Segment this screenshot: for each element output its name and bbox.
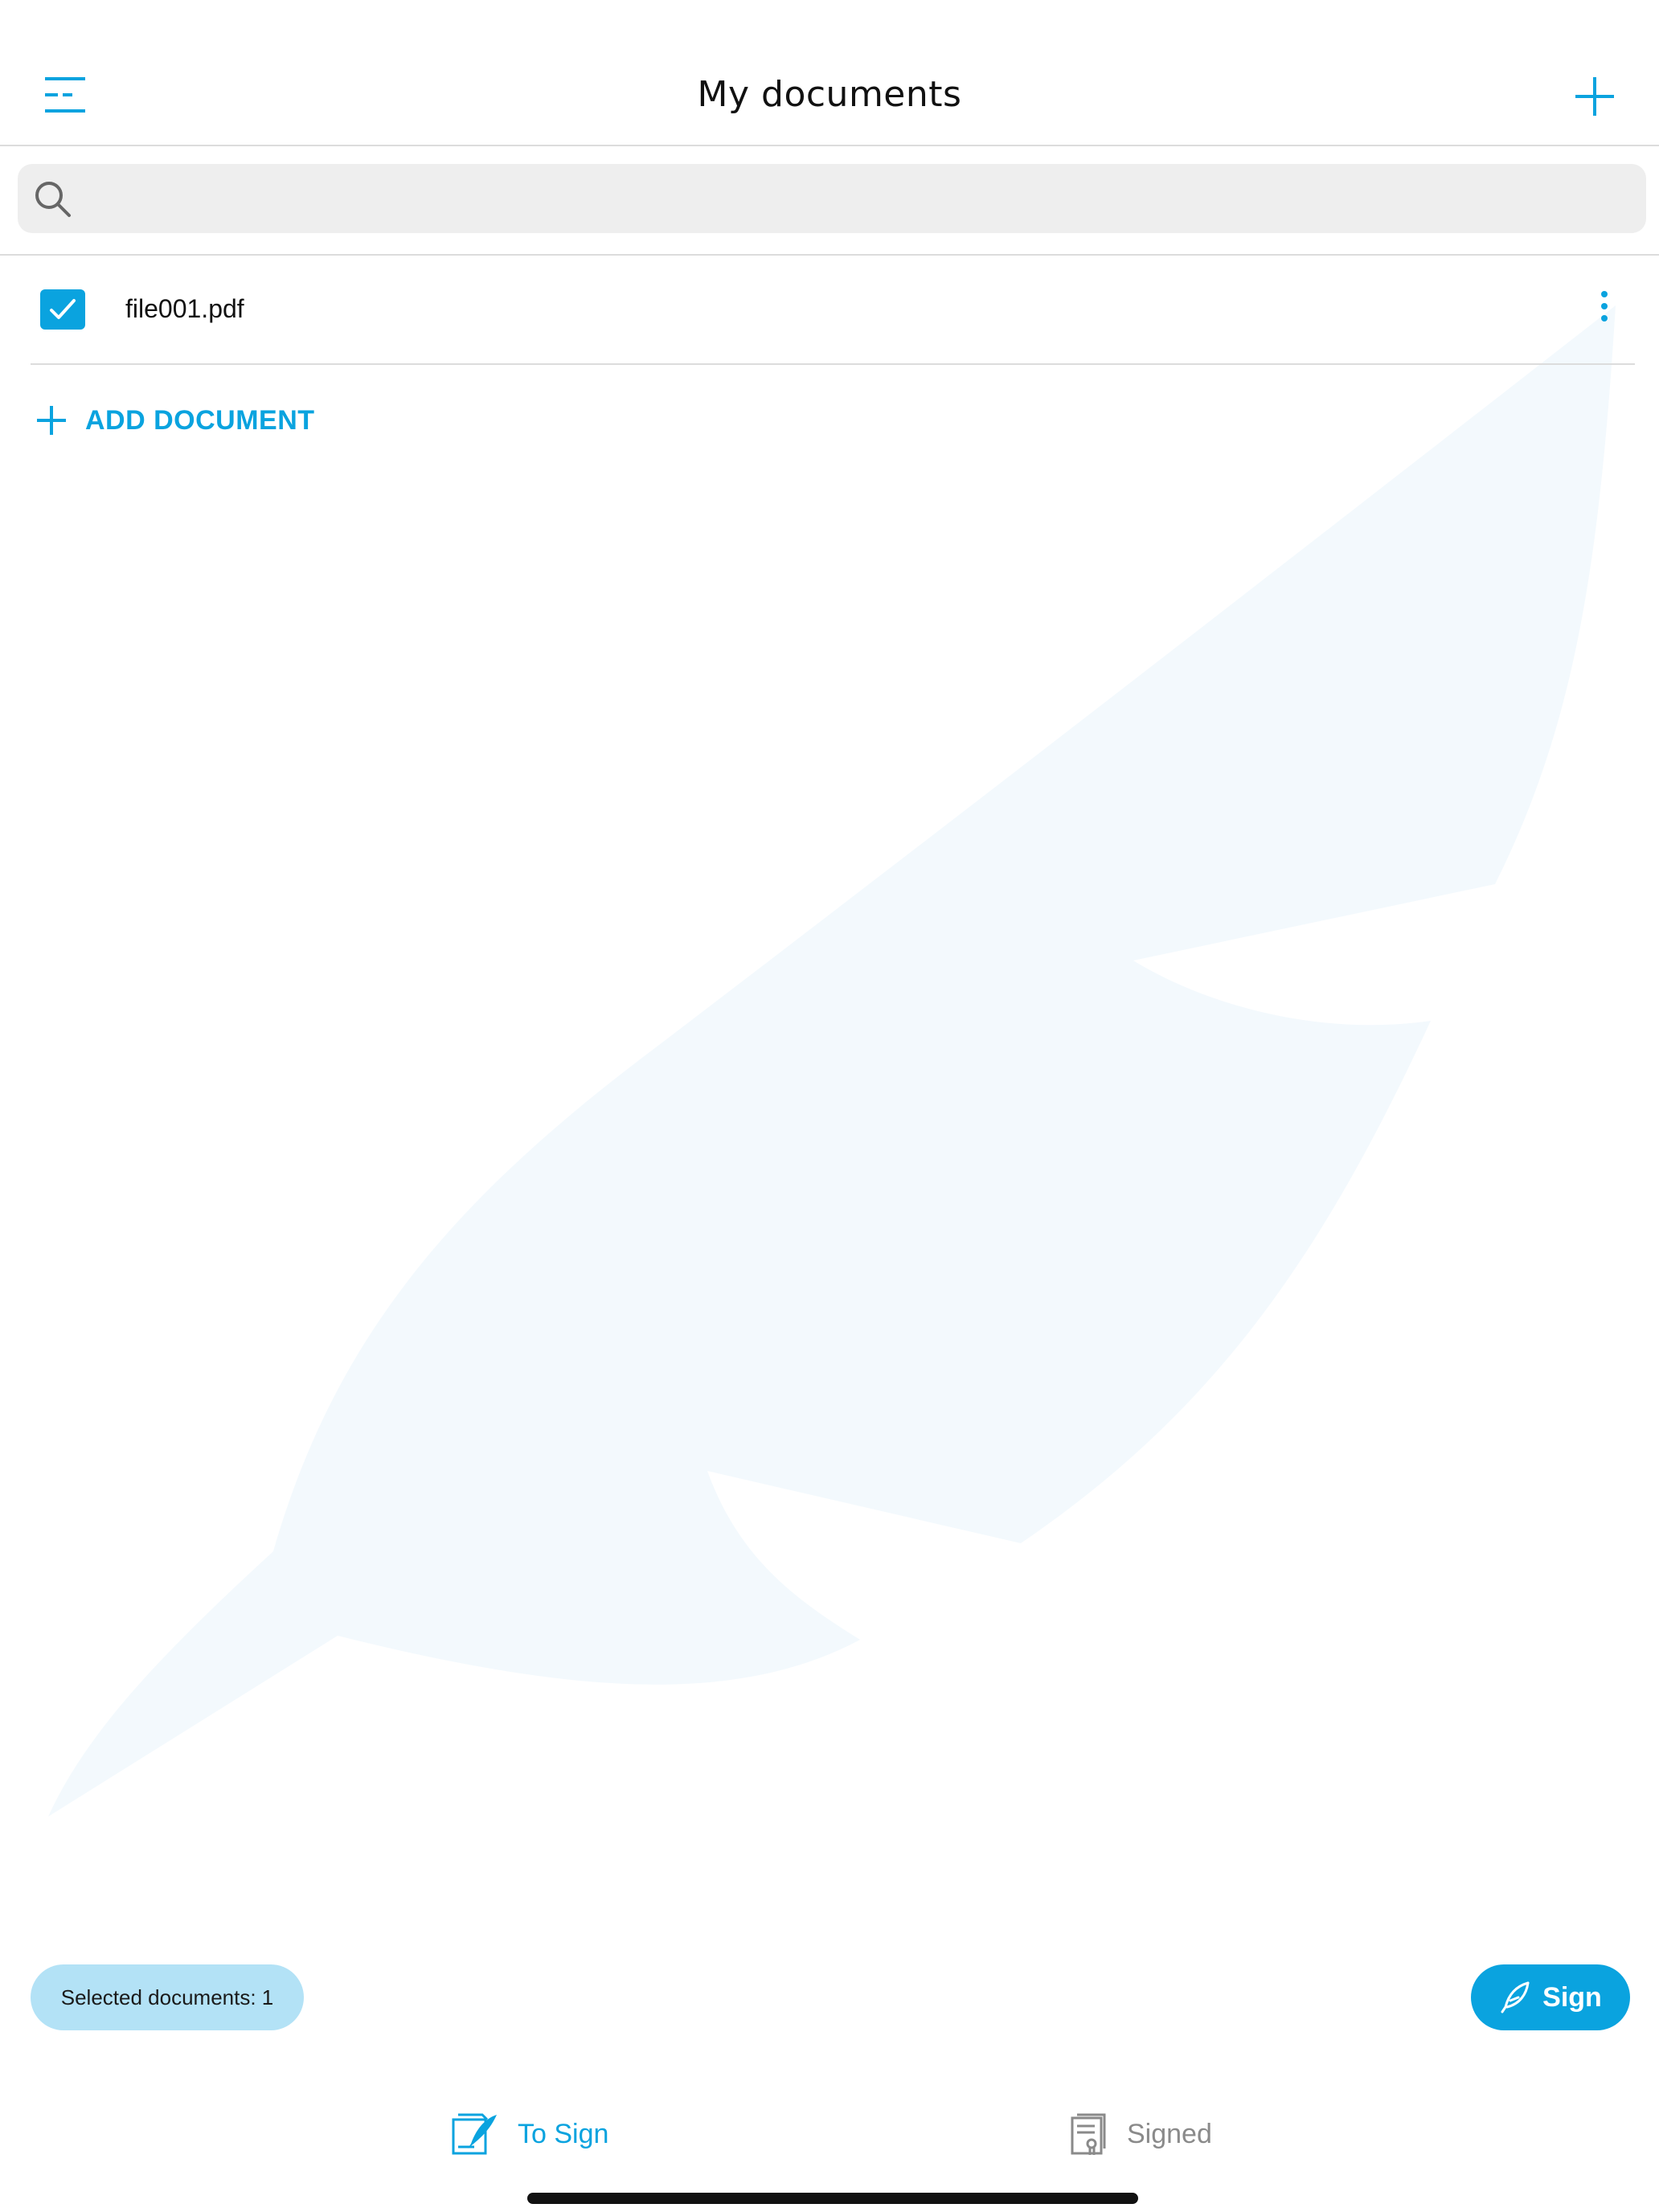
more-dot-icon bbox=[1601, 291, 1608, 297]
page-title: My documents bbox=[697, 74, 962, 115]
checkmark-icon bbox=[50, 299, 76, 319]
top-bar: My documents bbox=[0, 0, 1659, 146]
search-box[interactable] bbox=[18, 164, 1646, 233]
add-document-button[interactable]: ADD DOCUMENT bbox=[35, 402, 315, 439]
document-checkbox[interactable] bbox=[40, 289, 85, 330]
sign-label: Sign bbox=[1542, 1981, 1602, 2013]
tab-bar: To Sign Signed bbox=[0, 2090, 1659, 2178]
selected-count-label: Selected documents: 1 bbox=[60, 1985, 274, 2009]
to-sign-icon bbox=[452, 2113, 497, 2155]
selected-count-badge: Selected documents: 1 bbox=[31, 1964, 304, 2030]
add-document-label: ADD DOCUMENT bbox=[85, 404, 315, 436]
feather-icon bbox=[1501, 1981, 1530, 2013]
more-dot-icon bbox=[1601, 315, 1608, 322]
plus-icon bbox=[37, 406, 66, 435]
document-more-button[interactable] bbox=[1590, 288, 1619, 331]
tab-signed-label: Signed bbox=[1127, 2118, 1212, 2149]
sign-button[interactable]: Sign bbox=[1471, 1964, 1630, 2030]
home-indicator[interactable] bbox=[527, 2193, 1138, 2204]
document-row[interactable]: file001.pdf bbox=[31, 256, 1635, 365]
search-icon bbox=[35, 182, 71, 217]
page: My documents file001.pdf ADD DOCUMENT Se… bbox=[0, 0, 1659, 2212]
signed-icon bbox=[1071, 2113, 1106, 2155]
add-document-top-button[interactable] bbox=[1572, 74, 1617, 119]
search-area bbox=[0, 146, 1659, 256]
search-input[interactable] bbox=[88, 170, 1619, 228]
tab-to-sign-label: To Sign bbox=[518, 2118, 609, 2149]
plus-icon bbox=[1575, 77, 1614, 116]
tab-to-sign[interactable]: To Sign bbox=[450, 2106, 608, 2162]
document-name: file001.pdf bbox=[125, 294, 244, 323]
more-dot-icon bbox=[1601, 303, 1608, 309]
tab-signed[interactable]: Signed bbox=[1069, 2106, 1212, 2162]
